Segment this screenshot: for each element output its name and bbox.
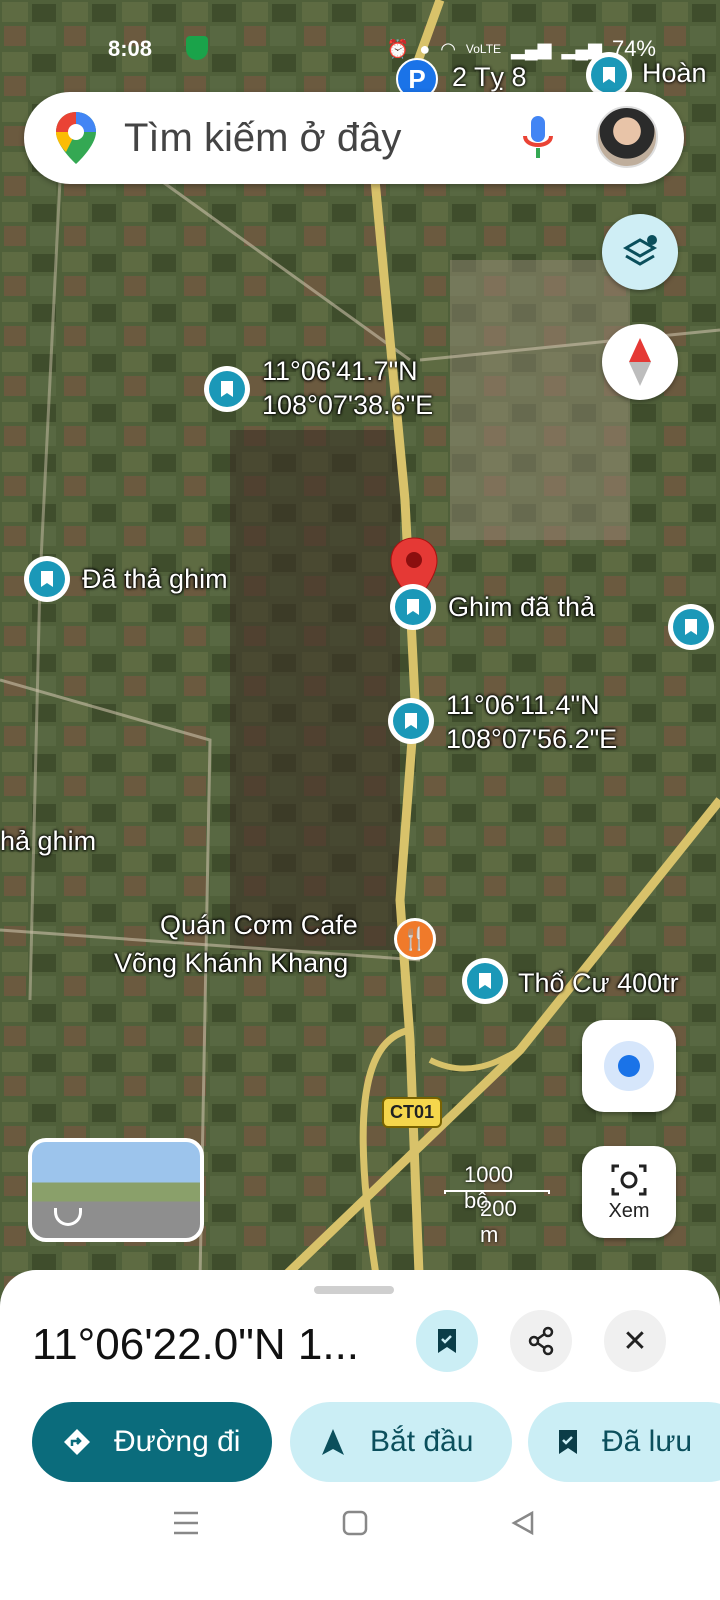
recents-icon[interactable] <box>172 1510 200 1541</box>
road-number-badge: CT01 <box>382 1097 443 1128</box>
longitude-text: 108°07'38.6"E <box>262 390 434 420</box>
pin-label: Thổ Cư 400tr <box>518 968 679 998</box>
pin-coordinate-label: 11°06'11.4"N 108°07'56.2"E <box>446 688 617 756</box>
signal-icon: ▂▄▆ <box>511 38 552 59</box>
avatar[interactable] <box>596 106 658 168</box>
drag-handle[interactable] <box>314 1286 394 1294</box>
saved-place-marker[interactable] <box>204 366 250 412</box>
pin-coordinate-label: 11°06'41.7"N 108°07'38.6"E <box>262 354 433 422</box>
my-location-button[interactable] <box>582 1020 676 1112</box>
saved-button[interactable]: Đã lưu <box>528 1402 720 1482</box>
search-input[interactable]: Tìm kiếm ở đây <box>124 116 401 161</box>
map-view[interactable]: 8:08 ⏰ ● ◠ VoLTE ▂▄▆ ▂▄▆ 74% P 2 Tỵ 8 Ho… <box>0 0 720 1300</box>
latitude-text: 11°06'11.4"N <box>446 690 600 720</box>
saved-place-marker[interactable] <box>24 556 70 602</box>
compass-button[interactable] <box>602 324 678 400</box>
bookmark-icon <box>438 1329 456 1353</box>
location-icon: ● <box>419 38 431 59</box>
start-button[interactable]: Bắt đầu <box>290 1402 512 1482</box>
saved-place-marker[interactable] <box>388 698 434 744</box>
restaurant-icon[interactable]: 🍴 <box>394 918 436 960</box>
saved-place-marker[interactable] <box>668 604 714 650</box>
rotate-360-icon <box>54 1208 82 1226</box>
compass-icon <box>629 338 651 386</box>
google-maps-logo-icon <box>54 110 98 171</box>
poi-label[interactable]: 2 Tỵ 8 <box>452 62 527 93</box>
close-button[interactable]: ✕ <box>604 1310 666 1372</box>
close-icon: ✕ <box>622 1324 648 1358</box>
alarm-icon: ⏰ <box>386 38 410 59</box>
restaurant-name-line2: Võng Khánh Khang <box>114 948 349 978</box>
directions-button[interactable]: Đường đi <box>32 1402 272 1482</box>
saved-place-marker[interactable] <box>462 958 508 1004</box>
longitude-text: 108°07'56.2"E <box>446 724 618 754</box>
saved-toggle-button[interactable] <box>416 1310 478 1372</box>
home-icon[interactable] <box>342 1510 368 1541</box>
pin-label: hả ghim <box>0 826 97 856</box>
saved-place-marker[interactable] <box>390 584 436 630</box>
layers-icon <box>622 235 658 266</box>
scale-bar <box>444 1190 550 1194</box>
back-icon[interactable] <box>510 1510 536 1541</box>
layers-button[interactable] <box>602 214 678 290</box>
bookmark-icon <box>559 1430 577 1454</box>
navigation-arrow-icon <box>322 1429 344 1455</box>
place-title: 11°06'22.0"N 1... <box>32 1320 360 1369</box>
restaurant-name-line1: Quán Cơm Cafe <box>160 910 358 940</box>
restaurant-label: Quán Cơm Cafe <box>160 908 358 942</box>
share-button[interactable] <box>510 1310 572 1372</box>
pin-label: Ghim đã thả <box>448 592 596 622</box>
share-icon <box>528 1326 554 1356</box>
explore-label: Xem <box>608 1199 650 1222</box>
pin-label: Đã thả ghim <box>82 564 228 594</box>
directions-label: Đường đi <box>114 1425 241 1458</box>
scale-meters: 200 m <box>480 1196 517 1247</box>
poi-label[interactable]: Hoàn <box>642 58 707 89</box>
wifi-icon: ◠ <box>440 38 456 59</box>
saved-label: Đã lưu <box>602 1425 693 1458</box>
latitude-text: 11°06'41.7"N <box>262 356 418 386</box>
explore-button[interactable]: Xem <box>582 1146 676 1238</box>
place-bottom-sheet[interactable]: 11°06'22.0"N 1... ✕ Đường đi Bắt đầu Đã … <box>0 1270 720 1600</box>
system-nav-bar <box>0 1500 720 1560</box>
my-location-icon <box>618 1055 640 1077</box>
volte-icon: VoLTE <box>465 42 502 56</box>
lens-icon <box>611 1164 647 1195</box>
status-time: 8:08 <box>108 36 153 61</box>
shield-icon <box>186 36 208 60</box>
microphone-icon[interactable] <box>522 114 554 167</box>
start-label: Bắt đầu <box>370 1425 474 1458</box>
street-view-thumbnail[interactable] <box>28 1138 204 1242</box>
directions-icon <box>64 1429 90 1455</box>
search-bar[interactable]: Tìm kiếm ở đây <box>24 92 684 184</box>
